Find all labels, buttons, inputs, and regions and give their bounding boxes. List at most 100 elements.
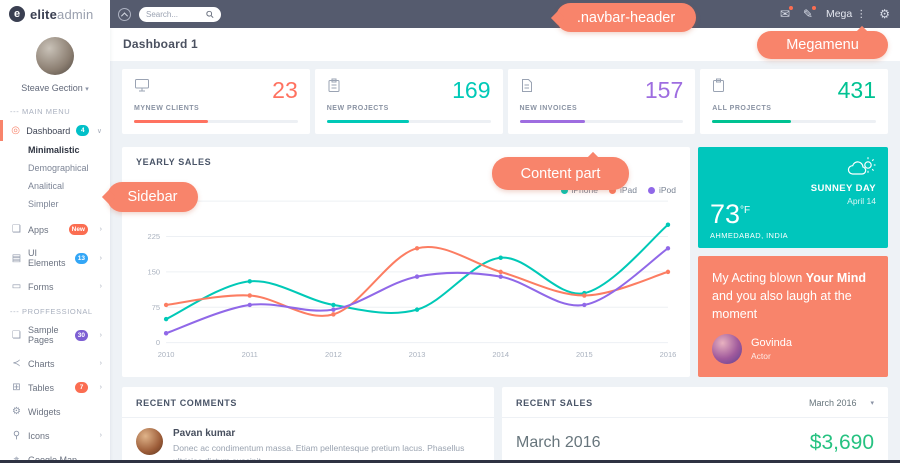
- search-input[interactable]: [146, 10, 202, 19]
- stat-card-new-projects: 169 NEW PROJECTS: [315, 69, 503, 134]
- sidebar-item-label: Forms: [28, 282, 88, 292]
- weather-condition: SUNNEY DAY: [811, 183, 876, 194]
- stats-row: 23 MYNEW CLIENTS 169 NEW PROJECTS: [122, 69, 888, 134]
- legend-label: iPod: [659, 185, 676, 195]
- sidebar-item-label: Tables: [28, 383, 69, 393]
- chevron-right-icon: ›: [94, 283, 102, 290]
- svg-text:2016: 2016: [660, 350, 676, 359]
- comment-item[interactable]: Pavan kumar Donec ac condimentum massa. …: [122, 418, 494, 463]
- stat-value: 169: [452, 79, 490, 102]
- quote-text: My Acting blown Your Mind and you also l…: [712, 269, 874, 323]
- sidebar-item-label: UI Elements: [28, 248, 69, 268]
- recent-sales-card: RECENT SALES March 2016▾ March 2016 $3,6…: [502, 387, 888, 463]
- sidebar-item-charts[interactable]: ≺ Charts ›: [0, 353, 110, 374]
- file-icon: [520, 78, 533, 93]
- sales-title: RECENT SALES: [516, 398, 593, 408]
- quote-author: Govinda: [751, 337, 792, 349]
- callout-megamenu: Megamenu: [757, 31, 888, 59]
- dots-vertical-icon: ⋮: [856, 9, 866, 20]
- svg-text:2010: 2010: [158, 350, 175, 359]
- sidebar-item-dashboard[interactable]: ◎ Dashboard 4 ∨: [0, 120, 110, 141]
- svg-text:150: 150: [148, 267, 161, 276]
- callout-content-part: Content part: [492, 157, 629, 190]
- sidebar-item-label: Icons: [28, 431, 88, 441]
- tables-icon: ⊞: [11, 382, 22, 393]
- apps-badge: New: [69, 224, 88, 235]
- sidebar-sub-demographical[interactable]: Demographical: [0, 159, 110, 177]
- stat-card-new-invoices: 157 NEW INVOICES: [508, 69, 696, 134]
- sidebar-item-tables[interactable]: ⊞ Tables 7 ›: [0, 377, 110, 398]
- progress-fill: [327, 120, 409, 123]
- stat-label: MYNEW CLIENTS: [134, 105, 298, 112]
- sidebar-item-ui-elements[interactable]: ▤ UI Elements 13 ›: [0, 243, 110, 273]
- messages-icon[interactable]: ✉: [780, 8, 790, 20]
- sidebar-toggle-button[interactable]: [118, 8, 131, 21]
- progress-fill: [134, 120, 208, 123]
- stat-label: NEW PROJECTS: [327, 105, 491, 112]
- comments-title: RECENT COMMENTS: [136, 398, 237, 408]
- caret-down-icon: ▾: [870, 399, 874, 407]
- legend-ipod[interactable]: iPod: [648, 185, 676, 195]
- brand-text: eliteadmin: [30, 7, 93, 22]
- sidebar-item-icons[interactable]: ⚲ Icons ›: [0, 425, 110, 446]
- chevron-right-icon: ›: [94, 255, 102, 262]
- callout-navbar-header: .navbar-header: [556, 3, 696, 32]
- chevron-down-icon: ∨: [95, 127, 102, 135]
- stat-value: 157: [645, 79, 683, 102]
- user-name: Steave Gection: [21, 83, 83, 93]
- sidebar-item-sample-pages[interactable]: ❏ Sample Pages 30 ›: [0, 320, 110, 350]
- sidebar-item-widgets[interactable]: ⚙ Widgets: [0, 401, 110, 422]
- sidebar-sub-minimalistic[interactable]: Minimalistic: [0, 141, 110, 159]
- logo-icon: e: [9, 6, 25, 22]
- brand-light: admin: [57, 7, 93, 22]
- progress-fill: [520, 120, 586, 123]
- megamenu-label: Mega: [826, 8, 852, 20]
- apps-icon: ❑: [11, 224, 22, 235]
- sales-month: March 2016: [516, 434, 601, 452]
- chevron-right-icon: ›: [94, 360, 102, 367]
- ui-elements-icon: ▤: [11, 253, 22, 264]
- sidebar-sub-analitical[interactable]: Analitical: [0, 177, 110, 195]
- sample-pages-badge: 30: [75, 330, 88, 341]
- sidebar-item-forms[interactable]: ▭ Forms ›: [0, 276, 110, 297]
- settings-gear-icon[interactable]: ⚙: [879, 8, 890, 20]
- forms-icon: ▭: [11, 281, 22, 292]
- chevron-right-icon: ›: [94, 384, 102, 391]
- recent-comments-card: RECENT COMMENTS Pavan kumar Donec ac con…: [122, 387, 494, 463]
- sidebar-item-apps[interactable]: ❑ Apps New ›: [0, 219, 110, 240]
- comment-avatar: [136, 428, 163, 455]
- compose-icon[interactable]: ✎: [803, 8, 813, 20]
- logo[interactable]: e eliteadmin: [0, 0, 110, 28]
- stat-label: NEW INVOICES: [520, 105, 684, 112]
- section-main-menu: --- MAIN MENU: [0, 97, 110, 120]
- clipboard-icon: [327, 78, 341, 93]
- weather-location: AHMEDABAD, INDIA: [710, 231, 788, 240]
- widgets-icon: ⚙: [11, 406, 22, 417]
- quote-avatar: [712, 334, 742, 364]
- cloud-sun-icon: [846, 155, 876, 179]
- navbar: e eliteadmin ✉ ✎ Mega ⋮ ⚙: [0, 0, 900, 28]
- section-professional: --- PROFFESSIONAL: [0, 297, 110, 320]
- sales-month-select[interactable]: March 2016▾: [809, 398, 874, 408]
- sales-amount: $3,690: [810, 431, 874, 455]
- tables-badge: 7: [75, 382, 88, 393]
- search-icon: [206, 10, 214, 19]
- megamenu-trigger[interactable]: Mega ⋮: [826, 8, 866, 20]
- content: 23 MYNEW CLIENTS 169 NEW PROJECTS: [110, 61, 900, 463]
- dashboard-badge: 4: [76, 125, 89, 136]
- svg-text:0: 0: [156, 338, 160, 347]
- svg-text:2012: 2012: [325, 350, 342, 359]
- sidebar-item-label: Widgets: [28, 407, 102, 417]
- sidebar-sub-simpler[interactable]: Simpler: [0, 195, 110, 213]
- sample-pages-icon: ❏: [11, 330, 22, 341]
- brand-bold: elite: [30, 7, 57, 22]
- search-box[interactable]: [139, 7, 221, 22]
- svg-text:2015: 2015: [576, 350, 593, 359]
- sidebar-item-label: Charts: [28, 359, 88, 369]
- weather-temp: 73°F: [710, 201, 750, 228]
- chevron-right-icon: ›: [94, 332, 102, 339]
- user-avatar[interactable]: [36, 37, 74, 75]
- quote-card: My Acting blown Your Mind and you also l…: [698, 256, 888, 377]
- user-dropdown[interactable]: Steave Gection ▾: [0, 83, 110, 93]
- compose-badge: [811, 5, 817, 11]
